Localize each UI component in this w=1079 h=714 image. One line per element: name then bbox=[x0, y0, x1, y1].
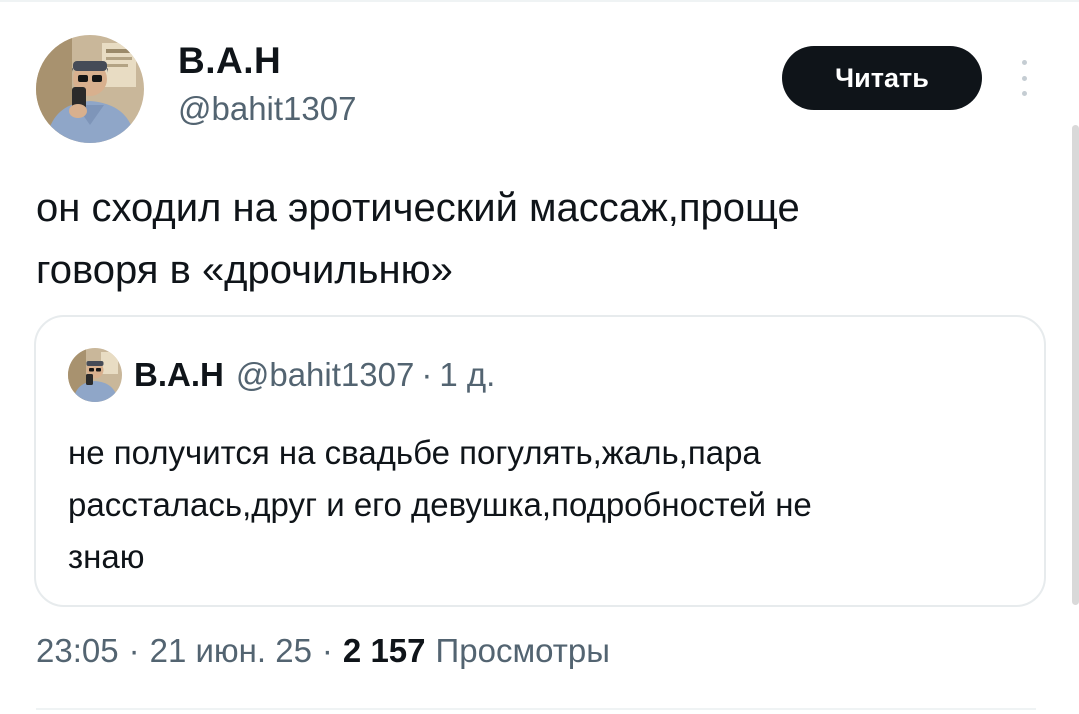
author-display-name[interactable]: В.А.Н bbox=[178, 40, 281, 82]
views-label: Просмотры bbox=[435, 632, 610, 669]
author-avatar[interactable] bbox=[36, 35, 144, 143]
views-count: 2 157 bbox=[342, 632, 426, 669]
tweet-time[interactable]: 23:05 bbox=[36, 632, 119, 670]
more-dot bbox=[1021, 60, 1027, 65]
follow-read-button[interactable]: Читать bbox=[782, 46, 982, 110]
more-dot bbox=[1021, 75, 1027, 81]
more-dot bbox=[1021, 91, 1027, 96]
quoted-tweet-text: не получится на свадьбе погулять,жаль,па… bbox=[68, 434, 812, 575]
top-divider bbox=[0, 0, 1079, 2]
author-handle[interactable]: @bahit1307 bbox=[178, 90, 356, 128]
tweet-meta: 23:05 · 21 июн. 25 · 2 157 Просмотры bbox=[36, 632, 610, 670]
quoted-tweet-time[interactable]: 1 д. bbox=[439, 356, 495, 394]
tweet-text: он сходил на эротический массаж,проще го… bbox=[36, 186, 800, 292]
bottom-divider bbox=[36, 708, 1036, 710]
meta-separator: · bbox=[128, 632, 140, 669]
more-vertical-icon[interactable] bbox=[1017, 60, 1031, 96]
quoted-author-avatar[interactable] bbox=[68, 348, 122, 402]
quoted-header-separator: · bbox=[421, 356, 433, 393]
quoted-tweet-card[interactable]: В.А.Н @bahit1307 · 1 д. не получится на … bbox=[34, 315, 1046, 607]
scrollbar[interactable] bbox=[1072, 125, 1079, 605]
quoted-author-handle[interactable]: @bahit1307 bbox=[236, 356, 414, 394]
meta-separator: · bbox=[321, 632, 333, 669]
quoted-tweet-header: В.А.Н @bahit1307 · 1 д. bbox=[134, 356, 495, 394]
tweet-date[interactable]: 21 июн. 25 bbox=[150, 632, 312, 670]
quoted-author-display-name[interactable]: В.А.Н bbox=[134, 356, 224, 394]
